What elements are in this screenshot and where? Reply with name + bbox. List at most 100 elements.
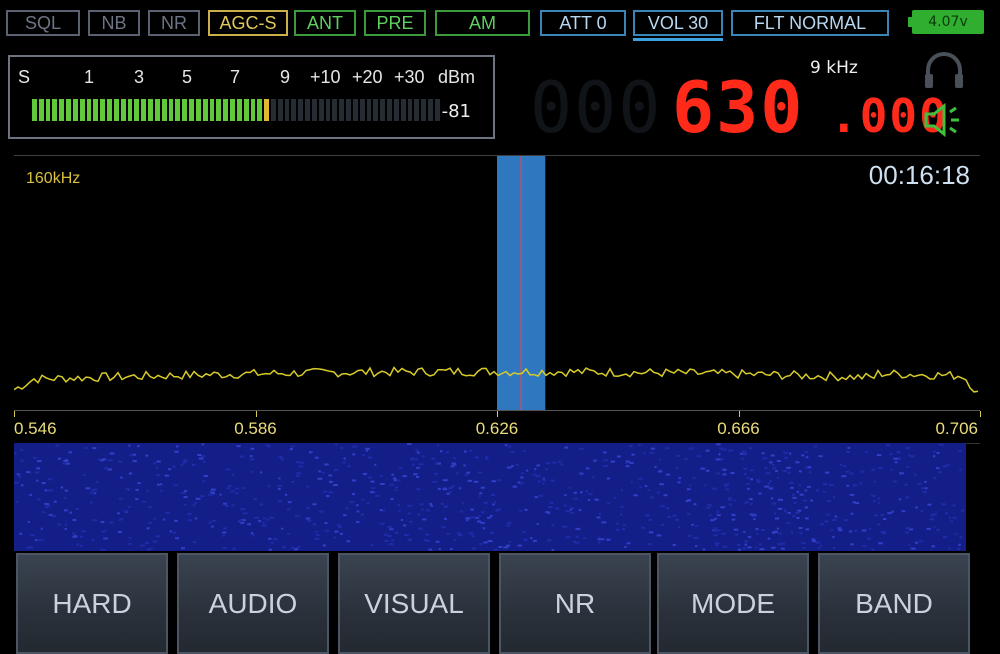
clock: 00:16:18 xyxy=(868,160,970,190)
nr-button[interactable]: NR xyxy=(499,553,651,654)
status-nb[interactable]: NB xyxy=(88,10,140,36)
frequency-display[interactable]: 000 630 .000 9 kHz xyxy=(520,55,947,149)
meter-segment xyxy=(264,99,269,121)
meter-segment xyxy=(434,99,440,121)
headphone-icon[interactable] xyxy=(922,50,966,90)
band-button[interactable]: BAND xyxy=(818,553,970,654)
meter-segment xyxy=(291,99,297,121)
meter-segment xyxy=(421,99,427,121)
meter-segment xyxy=(230,99,235,121)
meter-segment xyxy=(141,99,147,121)
meter-segment xyxy=(339,99,345,121)
meter-segment xyxy=(223,99,229,121)
meter-segment xyxy=(79,99,85,121)
meter-scale: S 1 3 5 7 9 +10 +20 +30 dBm xyxy=(10,67,493,91)
meter-segment xyxy=(38,99,44,121)
meter-scale-label: dBm xyxy=(438,67,476,87)
meter-segment xyxy=(346,99,351,121)
axis-label: 0.666 xyxy=(717,419,760,438)
meter-segment xyxy=(148,99,153,121)
mode-button[interactable]: MODE xyxy=(657,553,809,654)
meter-segment xyxy=(373,99,379,121)
axis-tick xyxy=(14,411,15,417)
signal-dbm-value: -81 xyxy=(441,101,471,122)
meter-segment xyxy=(366,99,372,121)
status-pre[interactable]: PRE xyxy=(364,10,426,36)
axis-tick xyxy=(980,411,981,417)
tuning-step[interactable]: 9 kHz xyxy=(810,58,858,78)
frequency-main: 630 xyxy=(672,67,805,149)
status-vol-30[interactable]: VOL 30 xyxy=(633,10,723,41)
meter-segment xyxy=(32,99,37,121)
meter-segment xyxy=(66,99,71,121)
meter-segment xyxy=(270,99,276,121)
meter-segment xyxy=(107,99,112,121)
waterfall-display[interactable] xyxy=(14,443,966,551)
meter-segment xyxy=(72,99,78,121)
meter-scale-label: +20 xyxy=(352,67,383,87)
meter-segment xyxy=(86,99,92,121)
meter-segment xyxy=(305,99,310,121)
meter-segment xyxy=(182,99,188,121)
meter-segment xyxy=(175,99,181,121)
span-label[interactable]: 160kHz xyxy=(26,170,80,188)
meter-segment xyxy=(202,99,208,121)
meter-segment xyxy=(195,99,201,121)
status-ant[interactable]: ANT xyxy=(294,10,356,36)
audio-button[interactable]: AUDIO xyxy=(177,553,329,654)
spectrum-trace xyxy=(14,366,979,393)
meter-segment xyxy=(318,99,324,121)
axis-tick xyxy=(255,411,257,417)
meter-segment xyxy=(100,99,106,121)
hard-button[interactable]: HARD xyxy=(16,553,168,654)
status-flt-normal[interactable]: FLT NORMAL xyxy=(731,10,889,36)
meter-segment xyxy=(216,99,222,121)
status-am[interactable]: AM xyxy=(435,10,530,36)
meter-segment xyxy=(393,99,399,121)
spectrum-display[interactable] xyxy=(14,155,980,411)
meter-segment xyxy=(93,99,99,121)
meter-segment xyxy=(250,99,256,121)
axis-tick xyxy=(738,411,740,417)
meter-scale-label: 1 xyxy=(84,67,95,87)
meter-scale-label: +10 xyxy=(310,67,341,87)
meter-segment xyxy=(127,99,133,121)
visual-button[interactable]: VISUAL xyxy=(338,553,490,654)
meter-segment xyxy=(52,99,58,121)
meter-scale-label: 7 xyxy=(230,67,241,87)
meter-segment xyxy=(311,99,317,121)
waterfall-noise xyxy=(14,443,965,551)
status-att-0[interactable]: ATT 0 xyxy=(540,10,626,36)
meter-segment xyxy=(243,99,249,121)
meter-segment xyxy=(298,99,304,121)
meter-segment xyxy=(59,99,65,121)
meter-segment xyxy=(387,99,392,121)
meter-segment xyxy=(407,99,413,121)
status-nr[interactable]: NR xyxy=(148,10,200,36)
meter-segment xyxy=(236,99,242,121)
meter-segment xyxy=(45,99,51,121)
speaker-icon[interactable] xyxy=(922,100,966,140)
axis-label: 0.586 xyxy=(234,419,277,438)
meter-segment xyxy=(168,99,174,121)
meter-scale-label: 3 xyxy=(134,67,145,87)
meter-segment xyxy=(359,99,365,121)
axis-label: 0.546 xyxy=(14,419,57,438)
meter-segment xyxy=(189,99,194,121)
meter-scale-label: S xyxy=(18,67,31,87)
meter-bar xyxy=(32,99,440,121)
meter-segment xyxy=(120,99,126,121)
battery-indicator: 4.07v xyxy=(908,10,984,34)
meter-segment xyxy=(284,99,290,121)
meter-segment xyxy=(154,99,160,121)
meter-segment xyxy=(428,99,433,121)
status-sql[interactable]: SQL xyxy=(6,10,80,36)
meter-segment xyxy=(161,99,167,121)
status-agc-s[interactable]: AGC-S xyxy=(208,10,288,36)
frequency-axis: 0.546 0.586 0.626 0.666 0.706 xyxy=(14,410,981,444)
meter-segment xyxy=(325,99,331,121)
meter-segment xyxy=(380,99,386,121)
axis-label: 0.706 xyxy=(935,419,978,438)
meter-segment xyxy=(113,99,119,121)
meter-scale-label: 9 xyxy=(280,67,291,87)
